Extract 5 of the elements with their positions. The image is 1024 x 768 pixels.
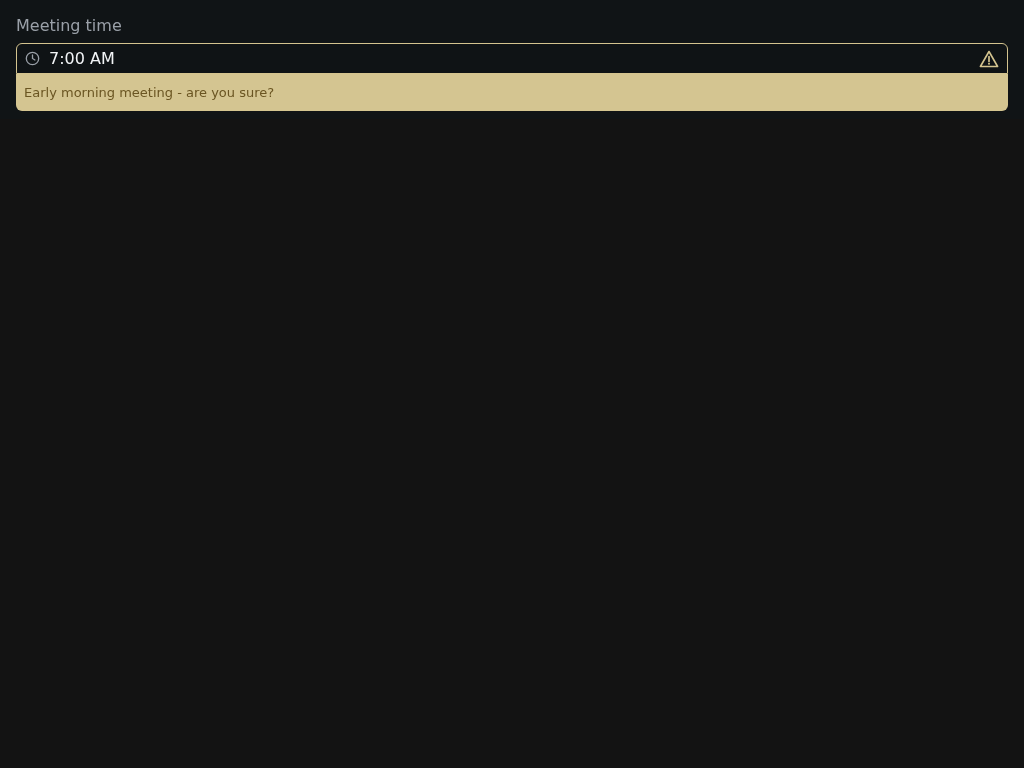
clock-icon bbox=[25, 51, 40, 66]
field-label: Meeting time bbox=[16, 16, 123, 35]
time-field[interactable]: 7:00 AM bbox=[16, 43, 1008, 74]
warning-icon bbox=[979, 49, 999, 68]
warning-message: Early morning meeting - are you sure? bbox=[16, 74, 1008, 111]
